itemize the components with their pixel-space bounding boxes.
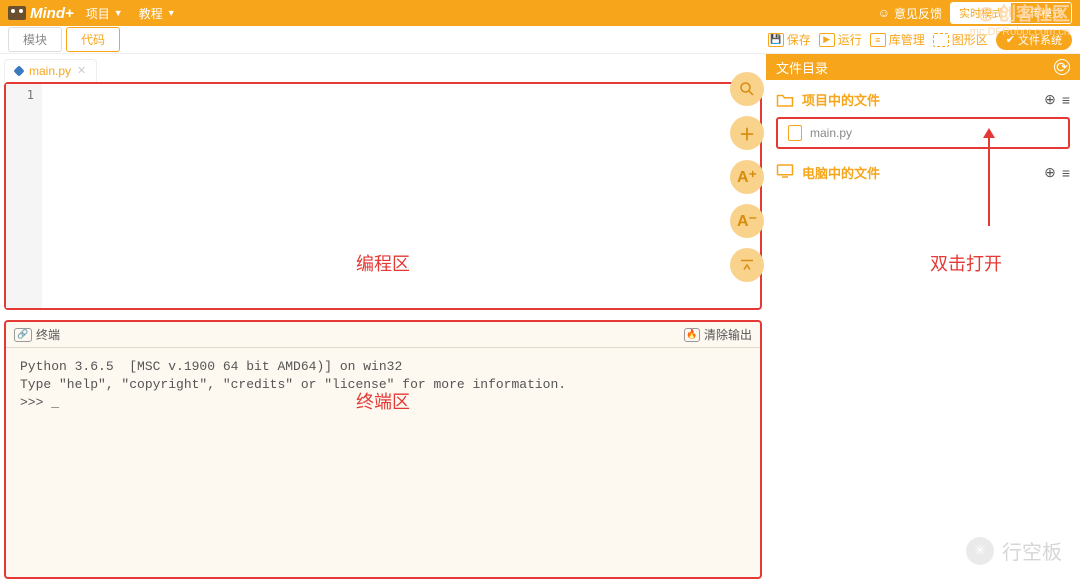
- collapse-button[interactable]: [730, 248, 764, 282]
- file-directory-panel: 文件目录 ⟳ 项目中的文件 ⊕ ≡ main.py: [766, 54, 1080, 583]
- editor-tab-mainpy[interactable]: main.py ✕: [4, 59, 97, 82]
- menu-icon[interactable]: ≡: [1062, 165, 1070, 181]
- tab-filename: main.py: [29, 64, 71, 78]
- close-tab-icon[interactable]: ✕: [77, 64, 86, 77]
- save-icon: 💾: [768, 33, 784, 47]
- app-logo: Mind+: [8, 5, 74, 22]
- clear-icon: 🔥: [684, 328, 700, 342]
- mode-upload[interactable]: 上传模式: [1011, 3, 1071, 23]
- main-area: main.py ✕ 1 编程区 ＋ A⁺ A⁻: [0, 54, 1080, 583]
- terminal-panel: 🔗 终端 🔥 清除输出 Python 3.6.5 [MSC v.1900 64 …: [4, 320, 762, 579]
- library-icon: ≡: [870, 33, 886, 47]
- annotation-arrow: [988, 136, 990, 226]
- annotation-dblclick: 双击打开: [930, 250, 1002, 276]
- terminal-body[interactable]: Python 3.6.5 [MSC v.1900 64 bit AMD64)] …: [6, 348, 760, 577]
- file-panel-header: 文件目录 ⟳: [766, 54, 1080, 80]
- terminal-prompt: >>> _: [20, 395, 59, 410]
- menu-icon[interactable]: ≡: [1062, 92, 1070, 108]
- editor-side-tools: ＋ A⁺ A⁻: [730, 72, 764, 282]
- tab-code[interactable]: 代码: [66, 27, 120, 52]
- logo-icon: [8, 6, 26, 20]
- check-icon: ✔: [1006, 33, 1015, 46]
- tool-run[interactable]: ▶ 运行: [819, 31, 862, 48]
- font-decrease-button[interactable]: A⁻: [730, 204, 764, 238]
- tool-lib[interactable]: ≡ 库管理: [870, 31, 925, 48]
- refresh-icon: ⟳: [1056, 59, 1068, 76]
- left-column: main.py ✕ 1 编程区 ＋ A⁺ A⁻: [0, 54, 766, 583]
- tool-filesystem[interactable]: ✔ 文件系统: [996, 30, 1072, 50]
- watermark-bottom: ✳ 行空板: [966, 536, 1062, 565]
- folder-icon: [776, 92, 794, 108]
- add-button[interactable]: ＋: [730, 116, 764, 150]
- terminal-title: 终端: [36, 326, 60, 343]
- logo-text: Mind+: [30, 5, 74, 22]
- new-file-icon[interactable]: ⊕: [1044, 164, 1056, 181]
- collapse-icon: [738, 256, 756, 274]
- dashed-box-icon: [933, 33, 949, 47]
- smile-icon: ☺: [878, 6, 890, 20]
- terminal-line: Python 3.6.5 [MSC v.1900 64 bit AMD64)] …: [20, 359, 402, 374]
- terminal-line: Type "help", "copyright", "credits" or "…: [20, 377, 566, 392]
- annotation-terminal-area: 终端区: [356, 392, 410, 417]
- section-pc-files[interactable]: 电脑中的文件 ⊕ ≡: [776, 163, 1070, 182]
- chevron-down-icon: ▼: [114, 8, 123, 18]
- link-icon: 🔗: [14, 328, 32, 342]
- tab-blocks[interactable]: 模块: [8, 27, 62, 52]
- annotation-editor-area: 编程区: [356, 250, 410, 276]
- new-file-icon[interactable]: ⊕: [1044, 91, 1056, 108]
- tool-save[interactable]: 💾 保存: [768, 31, 811, 48]
- file-name: main.py: [810, 126, 852, 140]
- editor-tab-bar: main.py ✕: [4, 58, 762, 82]
- section-project-files[interactable]: 项目中的文件 ⊕ ≡: [776, 90, 1070, 109]
- menu-tutorial[interactable]: 教程▼: [131, 5, 184, 22]
- mode-switch[interactable]: 实时模式 上传模式: [950, 2, 1072, 24]
- line-number: 1: [14, 88, 34, 102]
- search-icon: [738, 80, 756, 98]
- top-menu-bar: Mind+ 项目▼ 教程▼ ☺ 意见反馈 实时模式 上传模式 ◵创客社区 mc.…: [0, 0, 1080, 26]
- feedback-link[interactable]: ☺ 意见反馈: [878, 5, 942, 22]
- mode-realtime[interactable]: 实时模式: [951, 3, 1011, 23]
- file-icon: [788, 125, 802, 141]
- monitor-icon: [776, 163, 794, 182]
- refresh-button[interactable]: ⟳: [1054, 59, 1070, 75]
- wechat-icon: ✳: [966, 537, 994, 565]
- file-item-mainpy[interactable]: main.py: [776, 117, 1070, 149]
- toolbar: 模块 代码 💾 保存 ▶ 运行 ≡ 库管理 图形区 ✔ 文件系统: [0, 26, 1080, 54]
- tool-graph-area[interactable]: 图形区: [933, 31, 988, 48]
- plus-icon: ＋: [739, 121, 755, 145]
- line-gutter: 1: [6, 84, 42, 308]
- font-up-icon: A⁺: [737, 167, 757, 187]
- file-panel-title: 文件目录: [776, 58, 828, 77]
- play-icon: ▶: [819, 33, 835, 47]
- clear-output-button[interactable]: 🔥 清除输出: [684, 326, 752, 343]
- search-button[interactable]: [730, 72, 764, 106]
- code-editor[interactable]: 1 编程区 ＋ A⁺ A⁻: [4, 82, 762, 310]
- menu-project[interactable]: 项目▼: [78, 5, 131, 22]
- chevron-down-icon: ▼: [167, 8, 176, 18]
- file-panel-body: 项目中的文件 ⊕ ≡ main.py 电脑中的文件: [766, 80, 1080, 200]
- font-increase-button[interactable]: A⁺: [730, 160, 764, 194]
- terminal-header: 🔗 终端 🔥 清除输出: [6, 322, 760, 348]
- font-down-icon: A⁻: [737, 211, 757, 231]
- python-file-icon: [13, 65, 24, 76]
